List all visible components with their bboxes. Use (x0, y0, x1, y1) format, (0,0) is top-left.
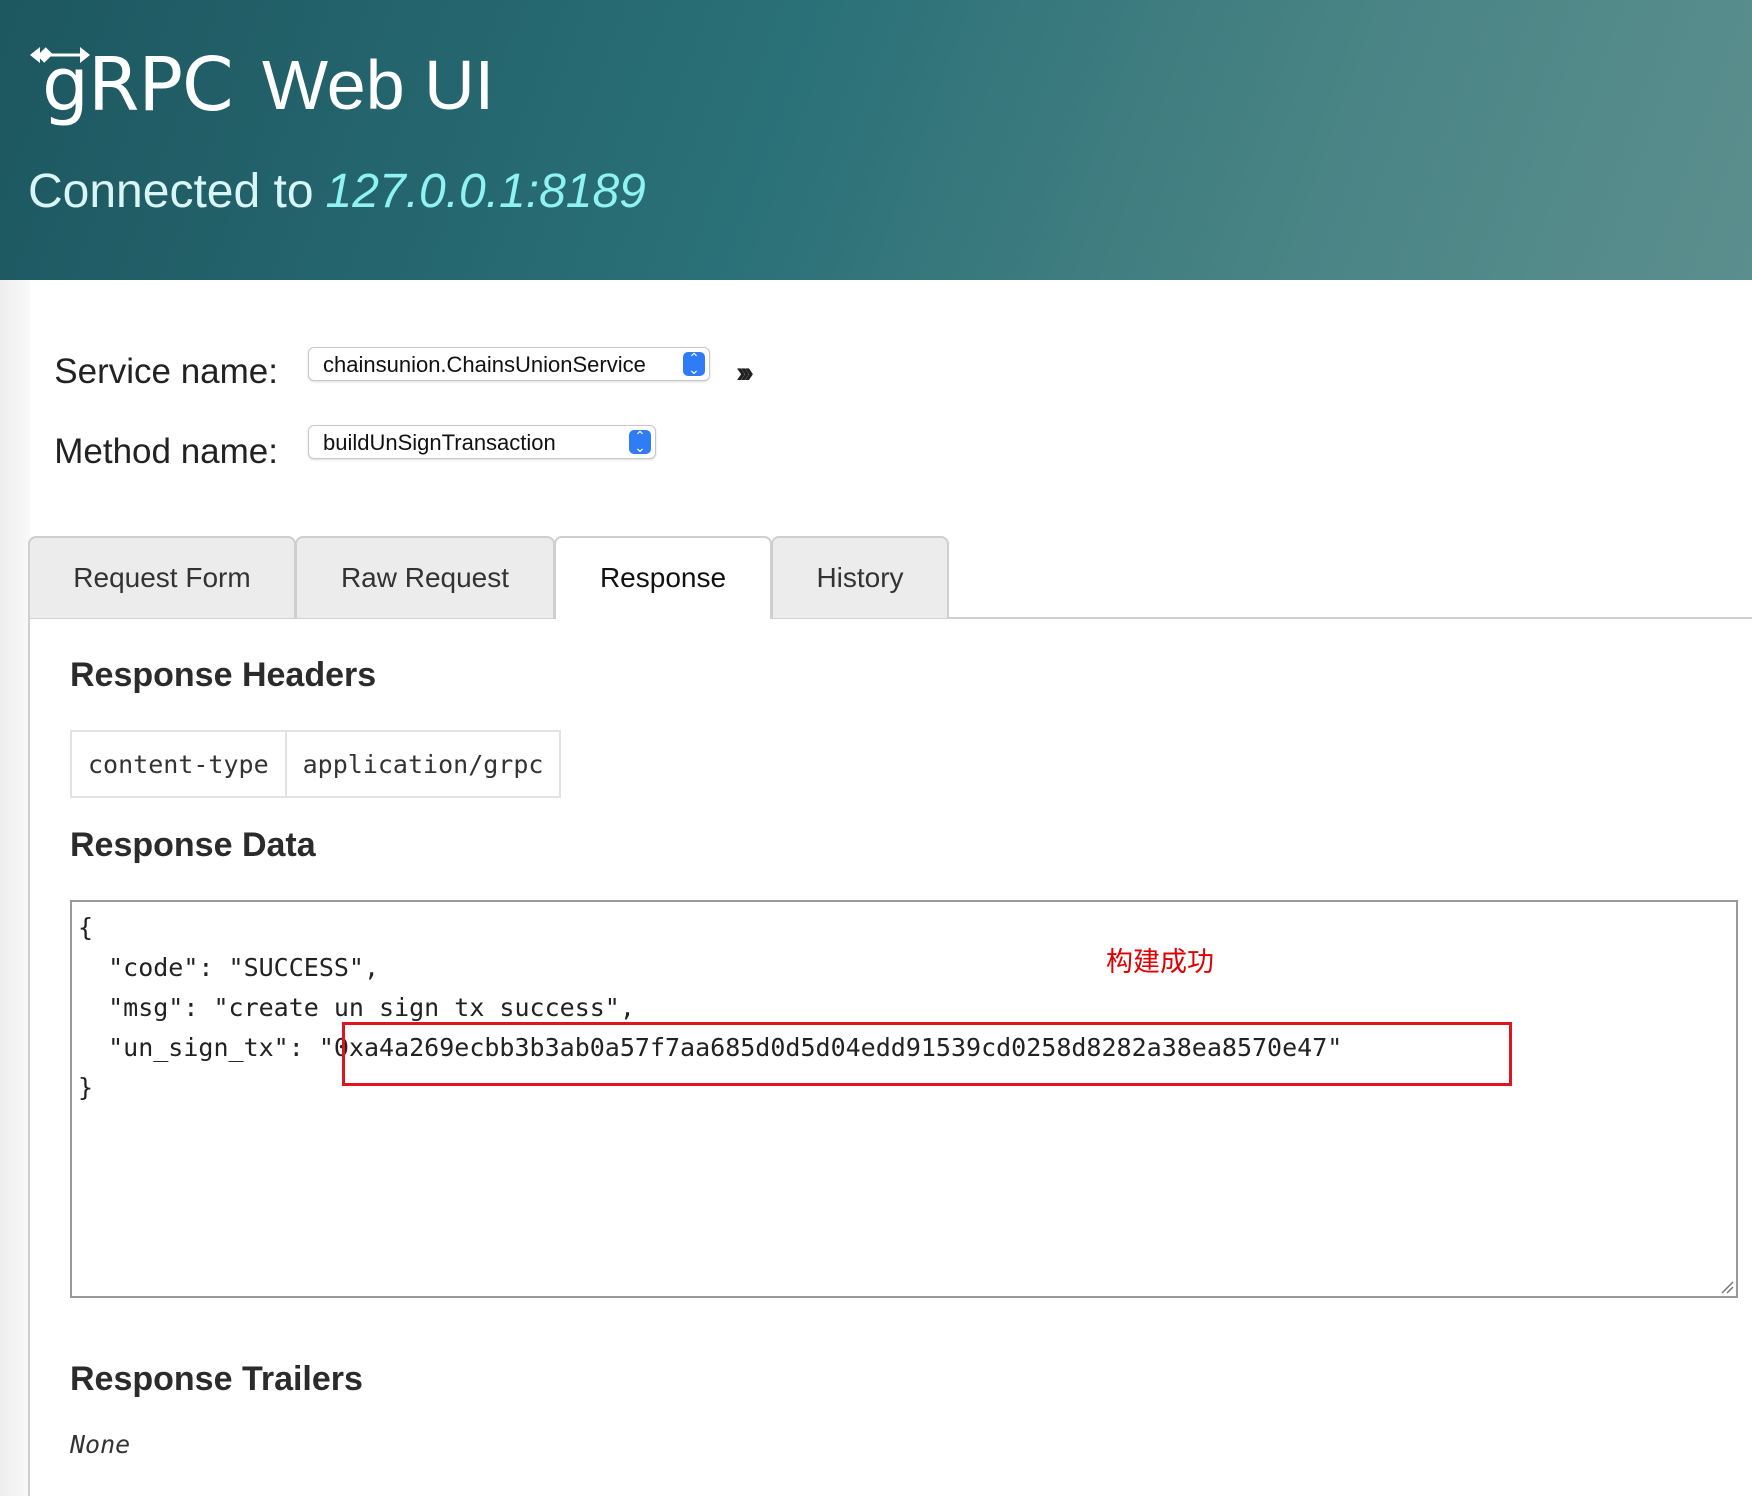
select-arrows-icon: ⌃ ⌄ (629, 429, 651, 454)
response-trailers-title: Response Trailers (70, 1360, 363, 1398)
resize-grip-icon[interactable] (1720, 1280, 1734, 1294)
app-title: Web UI (262, 46, 495, 124)
tab-request-form[interactable]: Request Form (28, 536, 296, 618)
method-name-label: Method name: (54, 432, 278, 471)
method-select[interactable]: buildUnSignTransaction ⌃ ⌄ (308, 425, 656, 459)
code-line: { (78, 913, 94, 942)
select-arrows-icon: ⌃ ⌄ (683, 351, 705, 376)
annotation-highlight-box (342, 1022, 1512, 1086)
connection-status: Connected to 127.0.0.1:8189 (28, 162, 646, 222)
table-row: content-type application/grpc (70, 730, 562, 798)
service-name-label: Service name: (54, 352, 278, 391)
annotation-note: 构建成功 (1106, 947, 1214, 978)
code-line: } (78, 1073, 94, 1102)
app-header: gRPC Web UI Connected to 127.0.0.1:8189 (0, 0, 1752, 280)
response-data-textarea[interactable]: { "code": "SUCCESS", "msg": "create un s… (70, 900, 1738, 1298)
tab-raw-request[interactable]: Raw Request (295, 536, 555, 618)
header-value-cell: application/grpc (284, 730, 562, 798)
response-headers-table: content-type application/grpc (70, 730, 562, 798)
tab-response[interactable]: Response (554, 536, 772, 620)
response-headers-title: Response Headers (70, 656, 377, 694)
header-name-cell: content-type (70, 730, 287, 798)
response-data-title: Response Data (70, 826, 316, 864)
connected-label: Connected to (28, 165, 314, 218)
double-chevron-right-icon[interactable]: ››› (736, 356, 754, 390)
server-address: 127.0.0.1:8189 (325, 165, 646, 218)
tab-history[interactable]: History (771, 536, 949, 618)
service-select-value: chainsunion.ChainsUnionService (323, 352, 646, 377)
grpc-logo-text: gRPC (42, 42, 234, 128)
trailers-value: None (70, 1430, 131, 1459)
code-line: "code": "SUCCESS", (78, 953, 380, 982)
service-select[interactable]: chainsunion.ChainsUnionService ⌃ ⌄ (308, 347, 710, 381)
left-gutter (0, 280, 30, 1496)
method-select-value: buildUnSignTransaction (323, 430, 556, 455)
